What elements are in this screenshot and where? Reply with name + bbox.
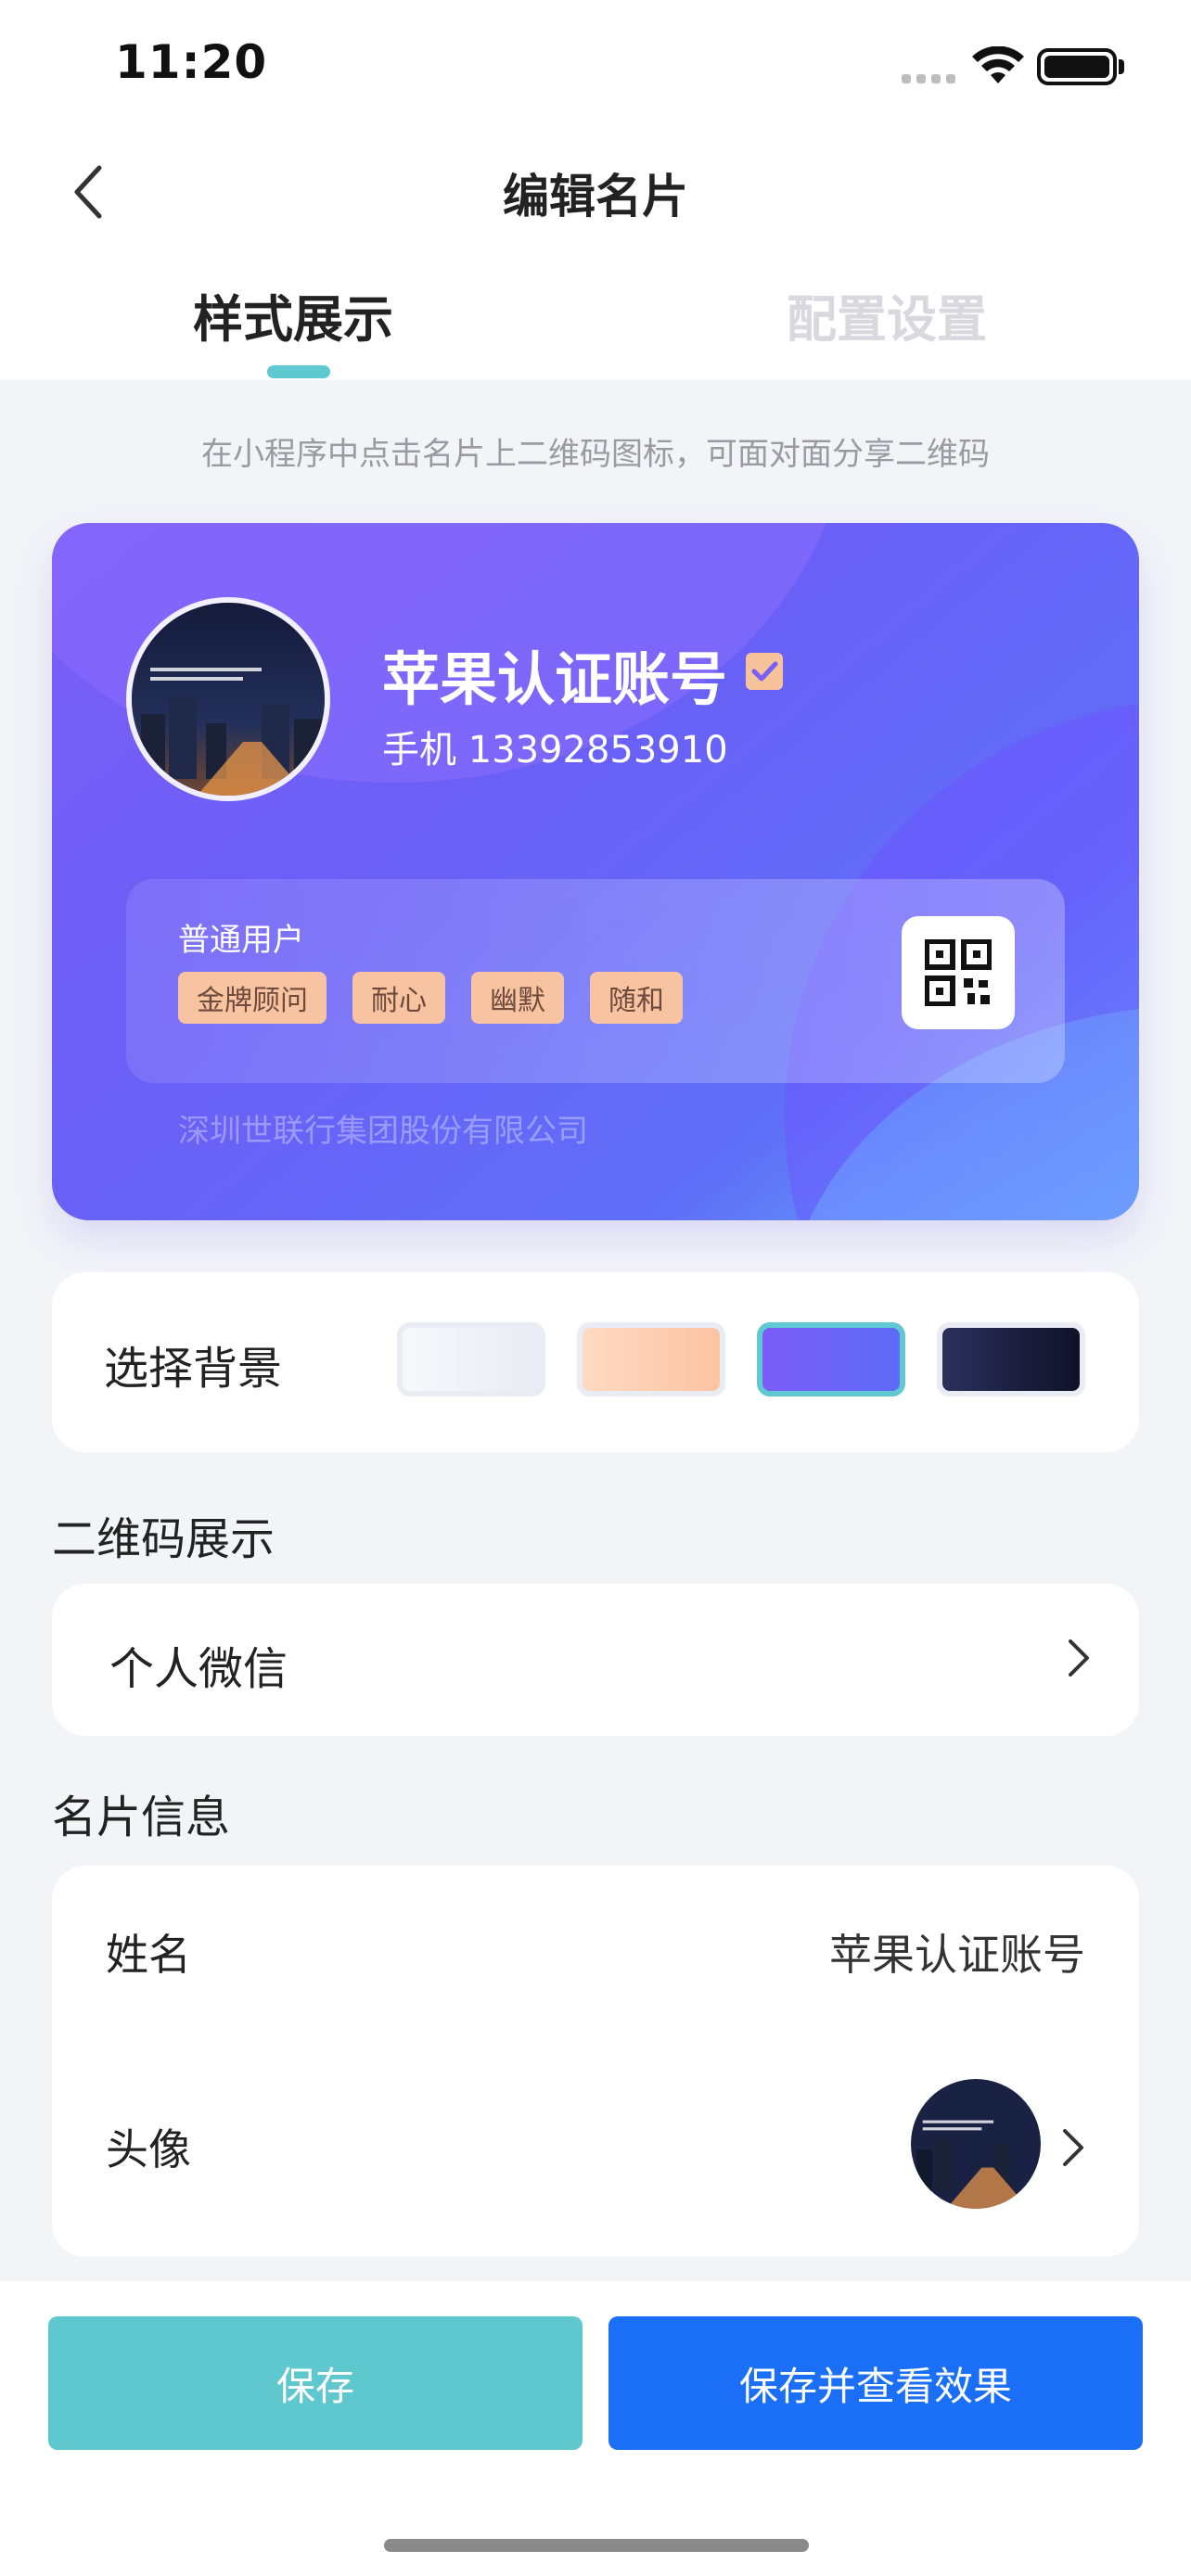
avatar[interactable] — [911, 2079, 1041, 2209]
verified-icon — [746, 653, 783, 690]
card-avatar — [126, 597, 330, 801]
tag: 金牌顾问 — [178, 972, 327, 1024]
bottom-action-bar: 保存 保存并查看效果 — [0, 2281, 1191, 2576]
tab-bar: 样式展示 配置设置 — [0, 278, 1191, 380]
status-time: 11:20 — [115, 35, 268, 89]
home-indicator — [384, 2539, 809, 2552]
status-bar: 11:20 — [0, 0, 1191, 130]
background-label: 选择背景 — [104, 1343, 283, 1395]
tag: 幽默 — [471, 972, 564, 1024]
chevron-right-icon — [1063, 2129, 1083, 2166]
save-and-view-button[interactable]: 保存并查看效果 — [608, 2316, 1143, 2450]
page-title: 编辑名片 — [503, 170, 688, 223]
tab-indicator — [267, 365, 330, 378]
card-name: 苹果认证账号 — [382, 645, 728, 713]
qr-code-icon — [925, 939, 992, 1006]
signal-icon — [902, 74, 955, 83]
card-phone: 手机 13392853910 — [382, 729, 728, 772]
tag-list: 金牌顾问 耐心 幽默 随和 — [178, 972, 683, 1024]
background-option-dark[interactable] — [937, 1322, 1085, 1396]
chevron-right-icon — [1069, 1639, 1089, 1677]
background-option-light[interactable] — [397, 1322, 545, 1396]
avatar-label: 头像 — [106, 2124, 191, 2174]
name-value: 苹果认证账号 — [829, 1930, 1085, 1980]
battery-cap — [1119, 59, 1124, 74]
qr-section-title: 二维码展示 — [52, 1513, 275, 1565]
qr-code-button[interactable] — [902, 916, 1015, 1029]
business-card-preview: 苹果认证账号 手机 13392853910 普通用户 金牌顾问 耐心 幽默 随和 — [52, 523, 1139, 1220]
card-info-box: 普通用户 金牌顾问 耐心 幽默 随和 — [126, 879, 1065, 1083]
wifi-icon — [972, 46, 1024, 83]
info-section-title: 名片信息 — [52, 1792, 231, 1843]
hint-text: 在小程序中点击名片上二维码图标，可面对面分享二维码 — [201, 436, 990, 473]
battery-icon — [1037, 48, 1117, 85]
user-type: 普通用户 — [178, 922, 304, 959]
tab-config-settings[interactable]: 配置设置 — [787, 278, 987, 351]
nav-bar: 编辑名片 — [0, 139, 1191, 250]
qr-type-value: 个人微信 — [109, 1643, 288, 1695]
tag: 耐心 — [352, 972, 445, 1024]
tab-style-display[interactable]: 样式展示 — [193, 278, 393, 351]
background-option-purple-selected[interactable] — [757, 1322, 905, 1396]
background-option-peach[interactable] — [577, 1322, 725, 1396]
background-picker: 选择背景 — [52, 1272, 1139, 1452]
qr-type-selector[interactable]: 个人微信 — [52, 1584, 1139, 1736]
name-label: 姓名 — [106, 1930, 191, 1980]
save-button[interactable]: 保存 — [48, 2316, 583, 2450]
card-company: 深圳世联行集团股份有限公司 — [178, 1113, 588, 1150]
tag: 随和 — [590, 972, 683, 1024]
card-info-list: 姓名 苹果认证账号 头像 — [52, 1866, 1139, 2257]
